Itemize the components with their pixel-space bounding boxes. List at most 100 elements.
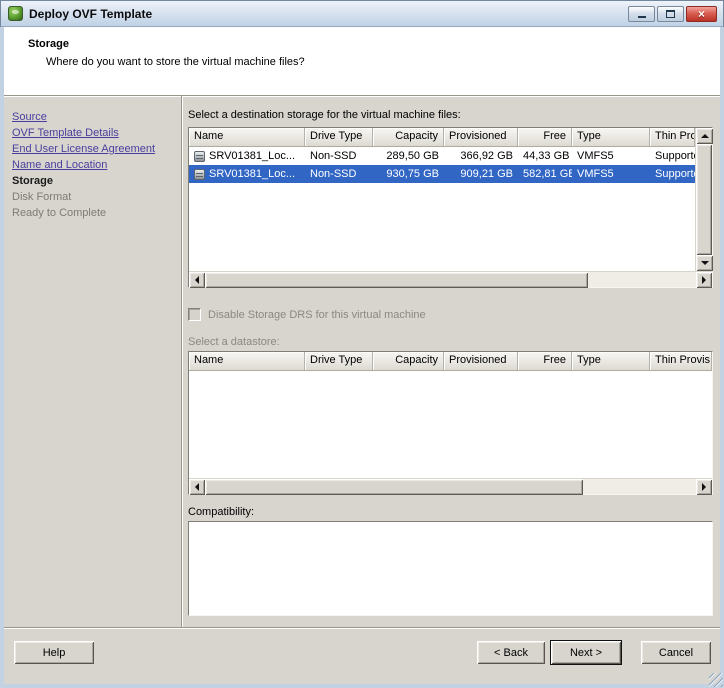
- column-header-free[interactable]: Free: [518, 352, 572, 370]
- disable-storage-drs-checkbox[interactable]: [188, 308, 201, 321]
- navigation-buttons: < Back Next > Cancel: [477, 641, 711, 664]
- column-header-name[interactable]: Name: [189, 128, 305, 146]
- sidebar-item-name-and-location[interactable]: Name and Location: [12, 157, 177, 173]
- disable-storage-drs-row: Disable Storage DRS for this virtual mac…: [188, 308, 713, 321]
- disable-storage-drs-label: Disable Storage DRS for this virtual mac…: [208, 309, 426, 321]
- scroll-down-icon: [701, 261, 709, 265]
- close-button[interactable]: ×: [686, 6, 717, 22]
- scroll-right-button[interactable]: [696, 272, 712, 288]
- title-bar[interactable]: Deploy OVF Template ×: [1, 1, 723, 27]
- storage-table-body: SRV01381_Loc... Non-SSD 289,50 GB 366,92…: [189, 147, 695, 271]
- select-datastore-label: Select a datastore:: [188, 336, 713, 348]
- datastore-drive-type: Non-SSD: [305, 165, 373, 183]
- sidebar-item-source[interactable]: Source: [12, 109, 177, 125]
- datastore-thin-provisioning: Supporte...: [650, 147, 695, 165]
- datastore-drive-type: Non-SSD: [305, 147, 373, 165]
- sidebar-item-end-user-license-agreement[interactable]: End User License Agreement: [12, 141, 177, 157]
- compatibility-box: [188, 521, 713, 616]
- datastore-provisioned: 909,21 GB: [444, 165, 518, 183]
- horizontal-scrollbar-track[interactable]: [205, 479, 696, 494]
- column-header-drive-type[interactable]: Drive Type: [305, 128, 373, 146]
- sidebar-link-end-user-license-agreement[interactable]: End User License Agreement: [12, 143, 155, 155]
- page-title: Storage: [28, 38, 720, 50]
- compatibility-label: Compatibility:: [188, 506, 713, 518]
- datastore-thin-provisioning: Supporte...: [650, 165, 695, 183]
- scroll-up-button[interactable]: [696, 128, 713, 144]
- resize-grip[interactable]: [709, 673, 723, 687]
- minimize-icon: [638, 16, 646, 18]
- window-controls: ×: [628, 6, 717, 22]
- sidebar-item-disk-format: Disk Format: [12, 189, 177, 205]
- datastore-capacity: 930,75 GB: [373, 165, 444, 183]
- destination-storage-label: Select a destination storage for the vir…: [188, 109, 713, 121]
- vsphere-app-icon: [8, 6, 23, 21]
- window-frame: Storage Where do you want to store the v…: [0, 27, 724, 688]
- column-header-capacity[interactable]: Capacity: [373, 352, 444, 370]
- scroll-right-icon: [702, 483, 706, 491]
- column-header-drive-type[interactable]: Drive Type: [305, 352, 373, 370]
- scroll-right-button[interactable]: [696, 479, 712, 495]
- scroll-right-icon: [702, 276, 706, 284]
- wizard-footer: Help < Back Next > Cancel: [4, 627, 720, 684]
- horizontal-scrollbar-track[interactable]: [205, 272, 696, 287]
- storage-table-header-row: Name Drive Type Capacity Provisioned Fre…: [189, 128, 695, 147]
- column-header-capacity[interactable]: Capacity: [373, 128, 444, 146]
- sidebar-link-name-and-location[interactable]: Name and Location: [12, 159, 107, 171]
- wizard-steps-sidebar: Source OVF Template Details End User Lic…: [4, 96, 182, 627]
- window-title: Deploy OVF Template: [29, 7, 628, 21]
- datastore-icon: [194, 169, 205, 180]
- horizontal-scrollbar-thumb[interactable]: [205, 272, 588, 288]
- datastore-capacity: 289,50 GB: [373, 147, 444, 165]
- wizard-header: Storage Where do you want to store the v…: [4, 27, 720, 96]
- sidebar-item-ovf-template-details[interactable]: OVF Template Details: [12, 125, 177, 141]
- scroll-left-button[interactable]: [189, 479, 205, 495]
- column-header-type[interactable]: Type: [572, 352, 650, 370]
- column-header-type[interactable]: Type: [572, 128, 650, 146]
- minimize-button[interactable]: [628, 6, 655, 22]
- scroll-up-icon: [701, 134, 709, 138]
- datastore-table-header-row: Name Drive Type Capacity Provisioned Fre…: [189, 352, 712, 371]
- horizontal-scrollbar[interactable]: [189, 478, 712, 494]
- sidebar-link-source[interactable]: Source: [12, 111, 47, 123]
- destination-storage-table: Name Drive Type Capacity Provisioned Fre…: [188, 127, 713, 288]
- sidebar-item-ready-to-complete: Ready to Complete: [12, 205, 177, 221]
- maximize-button[interactable]: [657, 6, 684, 22]
- wizard-main-panel: Select a destination storage for the vir…: [182, 96, 720, 627]
- next-button[interactable]: Next >: [551, 641, 621, 664]
- wizard-body: Source OVF Template Details End User Lic…: [4, 96, 720, 627]
- sidebar-link-ovf-template-details[interactable]: OVF Template Details: [12, 127, 119, 139]
- column-header-free[interactable]: Free: [518, 128, 572, 146]
- sidebar-item-storage-current: Storage: [12, 173, 177, 189]
- column-header-provisioned[interactable]: Provisioned: [444, 352, 518, 370]
- horizontal-scrollbar[interactable]: [189, 271, 712, 287]
- column-header-thin-provisioning[interactable]: Thin Prov...: [650, 128, 695, 146]
- datastore-name: SRV01381_Loc...: [209, 147, 295, 165]
- vertical-scrollbar[interactable]: [695, 128, 712, 271]
- datastore-table-body: [189, 371, 712, 478]
- scroll-left-icon: [195, 483, 199, 491]
- column-header-thin-provisioning[interactable]: Thin Provis...: [650, 352, 712, 370]
- deploy-ovf-template-window: Deploy OVF Template × Storage Where do y…: [0, 0, 724, 688]
- datastore-provisioned: 366,92 GB: [444, 147, 518, 165]
- scroll-down-button[interactable]: [696, 255, 713, 271]
- horizontal-scrollbar-thumb[interactable]: [205, 479, 583, 495]
- datastore-row-2-selected[interactable]: SRV01381_Loc... Non-SSD 930,75 GB 909,21…: [189, 165, 695, 183]
- column-header-name[interactable]: Name: [189, 352, 305, 370]
- maximize-icon: [666, 10, 675, 18]
- datastore-type: VMFS5: [572, 147, 650, 165]
- datastore-row-1[interactable]: SRV01381_Loc... Non-SSD 289,50 GB 366,92…: [189, 147, 695, 165]
- datastore-icon: [194, 151, 205, 162]
- scroll-left-icon: [195, 276, 199, 284]
- datastore-free: 582,81 GB: [518, 165, 572, 183]
- datastore-name: SRV01381_Loc...: [209, 165, 295, 183]
- close-icon: ×: [698, 8, 705, 20]
- column-header-provisioned[interactable]: Provisioned: [444, 128, 518, 146]
- page-subtitle: Where do you want to store the virtual m…: [46, 56, 720, 68]
- cancel-button[interactable]: Cancel: [641, 641, 711, 664]
- datastore-type: VMFS5: [572, 165, 650, 183]
- scroll-left-button[interactable]: [189, 272, 205, 288]
- vertical-scrollbar-thumb[interactable]: [696, 144, 712, 255]
- help-button[interactable]: Help: [14, 641, 94, 664]
- back-button[interactable]: < Back: [477, 641, 545, 664]
- datastore-table: Name Drive Type Capacity Provisioned Fre…: [188, 351, 713, 495]
